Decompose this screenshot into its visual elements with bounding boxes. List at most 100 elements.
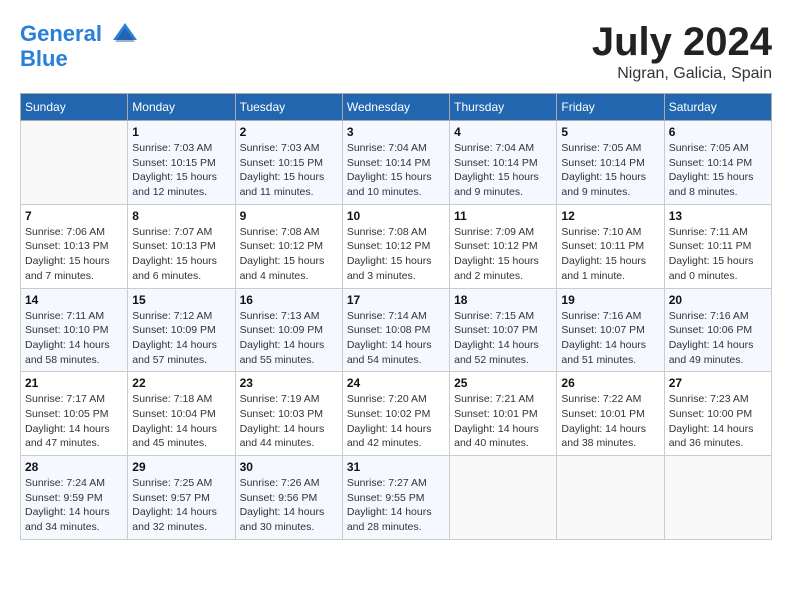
day-number: 13	[669, 209, 767, 223]
calendar-cell: 9 Sunrise: 7:08 AM Sunset: 10:12 PM Dayl…	[235, 204, 342, 288]
sunset: Sunset: 9:59 PM	[25, 491, 123, 506]
day-info: Sunrise: 7:21 AM Sunset: 10:01 PM Daylig…	[454, 392, 552, 451]
daylight: Daylight: 14 hours and 54 minutes.	[347, 338, 445, 367]
calendar-cell: 10 Sunrise: 7:08 AM Sunset: 10:12 PM Day…	[342, 204, 449, 288]
calendar-cell: 19 Sunrise: 7:16 AM Sunset: 10:07 PM Day…	[557, 288, 664, 372]
daylight: Daylight: 14 hours and 32 minutes.	[132, 505, 230, 534]
sunset: Sunset: 10:11 PM	[669, 239, 767, 254]
day-number: 6	[669, 125, 767, 139]
sunset: Sunset: 10:14 PM	[561, 156, 659, 171]
calendar-cell	[450, 456, 557, 540]
daylight: Daylight: 15 hours and 0 minutes.	[669, 254, 767, 283]
day-number: 9	[240, 209, 338, 223]
daylight: Daylight: 14 hours and 45 minutes.	[132, 422, 230, 451]
weekday-header: Thursday	[450, 94, 557, 121]
day-number: 7	[25, 209, 123, 223]
calendar-cell: 30 Sunrise: 7:26 AM Sunset: 9:56 PM Dayl…	[235, 456, 342, 540]
calendar-cell: 28 Sunrise: 7:24 AM Sunset: 9:59 PM Dayl…	[21, 456, 128, 540]
sunrise: Sunrise: 7:23 AM	[669, 392, 767, 407]
sunset: Sunset: 10:12 PM	[454, 239, 552, 254]
sunrise: Sunrise: 7:25 AM	[132, 476, 230, 491]
daylight: Daylight: 15 hours and 6 minutes.	[132, 254, 230, 283]
sunset: Sunset: 10:03 PM	[240, 407, 338, 422]
daylight: Daylight: 14 hours and 47 minutes.	[25, 422, 123, 451]
day-number: 19	[561, 293, 659, 307]
weekday-header-row: SundayMondayTuesdayWednesdayThursdayFrid…	[21, 94, 772, 121]
daylight: Daylight: 14 hours and 49 minutes.	[669, 338, 767, 367]
calendar-cell: 26 Sunrise: 7:22 AM Sunset: 10:01 PM Day…	[557, 372, 664, 456]
daylight: Daylight: 14 hours and 51 minutes.	[561, 338, 659, 367]
sunset: Sunset: 10:14 PM	[454, 156, 552, 171]
sunrise: Sunrise: 7:18 AM	[132, 392, 230, 407]
day-info: Sunrise: 7:24 AM Sunset: 9:59 PM Dayligh…	[25, 476, 123, 535]
day-number: 3	[347, 125, 445, 139]
sunset: Sunset: 10:10 PM	[25, 323, 123, 338]
page-header: General Blue July 2024 Nigran, Galicia, …	[20, 20, 772, 83]
calendar-cell: 23 Sunrise: 7:19 AM Sunset: 10:03 PM Day…	[235, 372, 342, 456]
day-info: Sunrise: 7:18 AM Sunset: 10:04 PM Daylig…	[132, 392, 230, 451]
sunset: Sunset: 10:14 PM	[347, 156, 445, 171]
sunset: Sunset: 10:00 PM	[669, 407, 767, 422]
day-info: Sunrise: 7:12 AM Sunset: 10:09 PM Daylig…	[132, 309, 230, 368]
day-number: 25	[454, 376, 552, 390]
sunrise: Sunrise: 7:16 AM	[669, 309, 767, 324]
day-number: 24	[347, 376, 445, 390]
day-info: Sunrise: 7:11 AM Sunset: 10:11 PM Daylig…	[669, 225, 767, 284]
daylight: Daylight: 15 hours and 1 minute.	[561, 254, 659, 283]
calendar-cell: 11 Sunrise: 7:09 AM Sunset: 10:12 PM Day…	[450, 204, 557, 288]
sunrise: Sunrise: 7:03 AM	[132, 141, 230, 156]
sunset: Sunset: 10:08 PM	[347, 323, 445, 338]
daylight: Daylight: 14 hours and 57 minutes.	[132, 338, 230, 367]
day-number: 2	[240, 125, 338, 139]
daylight: Daylight: 15 hours and 12 minutes.	[132, 170, 230, 199]
day-info: Sunrise: 7:13 AM Sunset: 10:09 PM Daylig…	[240, 309, 338, 368]
sunset: Sunset: 10:01 PM	[561, 407, 659, 422]
day-number: 12	[561, 209, 659, 223]
sunrise: Sunrise: 7:15 AM	[454, 309, 552, 324]
sunrise: Sunrise: 7:09 AM	[454, 225, 552, 240]
daylight: Daylight: 15 hours and 10 minutes.	[347, 170, 445, 199]
sunset: Sunset: 10:07 PM	[454, 323, 552, 338]
calendar-cell: 29 Sunrise: 7:25 AM Sunset: 9:57 PM Dayl…	[128, 456, 235, 540]
calendar-cell: 21 Sunrise: 7:17 AM Sunset: 10:05 PM Day…	[21, 372, 128, 456]
calendar-cell: 15 Sunrise: 7:12 AM Sunset: 10:09 PM Day…	[128, 288, 235, 372]
calendar-cell: 31 Sunrise: 7:27 AM Sunset: 9:55 PM Dayl…	[342, 456, 449, 540]
calendar-cell: 2 Sunrise: 7:03 AM Sunset: 10:15 PM Dayl…	[235, 121, 342, 205]
day-info: Sunrise: 7:06 AM Sunset: 10:13 PM Daylig…	[25, 225, 123, 284]
calendar-cell	[557, 456, 664, 540]
calendar-table: SundayMondayTuesdayWednesdayThursdayFrid…	[20, 93, 772, 540]
sunrise: Sunrise: 7:10 AM	[561, 225, 659, 240]
sunset: Sunset: 10:04 PM	[132, 407, 230, 422]
sunset: Sunset: 10:13 PM	[132, 239, 230, 254]
daylight: Daylight: 14 hours and 38 minutes.	[561, 422, 659, 451]
day-info: Sunrise: 7:27 AM Sunset: 9:55 PM Dayligh…	[347, 476, 445, 535]
day-info: Sunrise: 7:19 AM Sunset: 10:03 PM Daylig…	[240, 392, 338, 451]
calendar-cell: 5 Sunrise: 7:05 AM Sunset: 10:14 PM Dayl…	[557, 121, 664, 205]
sunset: Sunset: 10:14 PM	[669, 156, 767, 171]
sunrise: Sunrise: 7:13 AM	[240, 309, 338, 324]
weekday-header: Saturday	[664, 94, 771, 121]
calendar-cell: 8 Sunrise: 7:07 AM Sunset: 10:13 PM Dayl…	[128, 204, 235, 288]
calendar-week-row: 14 Sunrise: 7:11 AM Sunset: 10:10 PM Day…	[21, 288, 772, 372]
day-info: Sunrise: 7:11 AM Sunset: 10:10 PM Daylig…	[25, 309, 123, 368]
sunset: Sunset: 10:12 PM	[347, 239, 445, 254]
day-number: 23	[240, 376, 338, 390]
day-info: Sunrise: 7:04 AM Sunset: 10:14 PM Daylig…	[347, 141, 445, 200]
daylight: Daylight: 14 hours and 52 minutes.	[454, 338, 552, 367]
calendar-cell	[21, 121, 128, 205]
sunset: Sunset: 10:05 PM	[25, 407, 123, 422]
calendar-cell: 16 Sunrise: 7:13 AM Sunset: 10:09 PM Day…	[235, 288, 342, 372]
day-number: 21	[25, 376, 123, 390]
daylight: Daylight: 14 hours and 30 minutes.	[240, 505, 338, 534]
weekday-header: Friday	[557, 94, 664, 121]
day-info: Sunrise: 7:14 AM Sunset: 10:08 PM Daylig…	[347, 309, 445, 368]
day-number: 26	[561, 376, 659, 390]
daylight: Daylight: 14 hours and 34 minutes.	[25, 505, 123, 534]
weekday-header: Wednesday	[342, 94, 449, 121]
day-number: 28	[25, 460, 123, 474]
daylight: Daylight: 15 hours and 3 minutes.	[347, 254, 445, 283]
sunset: Sunset: 10:02 PM	[347, 407, 445, 422]
calendar-cell: 25 Sunrise: 7:21 AM Sunset: 10:01 PM Day…	[450, 372, 557, 456]
sunrise: Sunrise: 7:11 AM	[25, 309, 123, 324]
sunset: Sunset: 10:11 PM	[561, 239, 659, 254]
